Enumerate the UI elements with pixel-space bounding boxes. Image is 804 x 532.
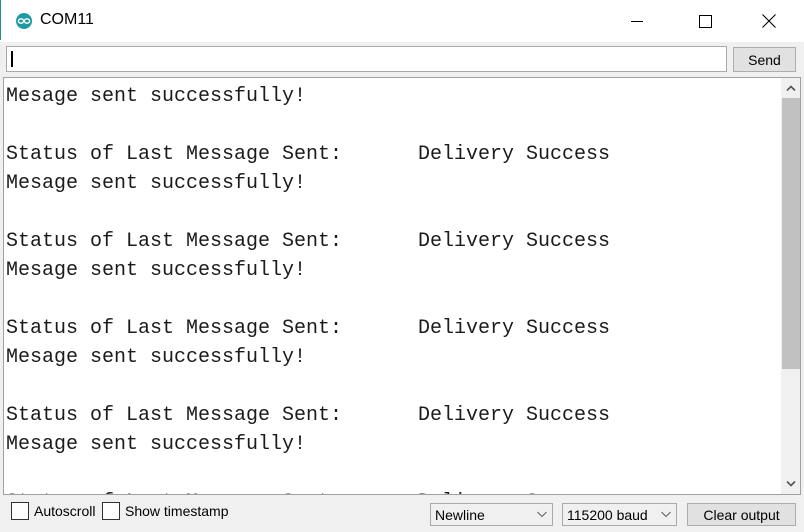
output-line-status-value: Delivery Success xyxy=(418,143,611,166)
autoscroll-checkbox[interactable] xyxy=(11,502,29,520)
output-line: Mesage sent successfully! xyxy=(6,169,776,198)
maximize-button[interactable] xyxy=(682,0,728,42)
output-line-status-value: Delivery Success xyxy=(418,488,610,494)
chevron-up-icon xyxy=(786,85,796,91)
show-timestamp-label: Show timestamp xyxy=(125,503,229,519)
output-line-text: Mesage sent successfully! xyxy=(6,172,307,195)
text-caret xyxy=(11,51,13,67)
output-line-text: Mesage sent successfully! xyxy=(6,259,307,282)
maximize-icon xyxy=(698,14,712,28)
close-button[interactable] xyxy=(746,0,792,42)
line-ending-select[interactable]: Newline xyxy=(430,503,553,526)
show-timestamp-checkbox[interactable] xyxy=(102,502,120,520)
output-line-text: Status of Last Message Sent: xyxy=(6,404,343,427)
output-line: Status of Last Message Sent: Delivery Suc… xyxy=(6,314,776,343)
send-button[interactable]: Send xyxy=(733,47,796,72)
minimize-button[interactable] xyxy=(614,0,660,42)
chevron-down-icon xyxy=(537,511,547,518)
close-icon xyxy=(762,14,776,28)
output-line: Mesage sent successfully! xyxy=(6,82,776,111)
autoscroll-label: Autoscroll xyxy=(34,503,96,519)
output-line-text: Status of Last Message Sent: xyxy=(6,317,343,340)
line-ending-value: Newline xyxy=(435,506,485,523)
output-line-text: Status of Last Message Sent: xyxy=(6,230,343,253)
output-line-text: Mesage sent successfully! xyxy=(6,346,307,369)
window-title: COM11 xyxy=(40,11,94,28)
scroll-up-button[interactable] xyxy=(781,78,800,98)
autoscroll-toggle[interactable]: Autoscroll xyxy=(11,502,95,520)
output-line: Status of Last Message Sent: Delivery Suc… xyxy=(6,227,776,256)
scroll-down-button[interactable] xyxy=(781,474,800,494)
serial-monitor-window: COM11 Send Mesage sent successfully! Stat… xyxy=(0,0,804,532)
minimize-icon xyxy=(631,21,643,22)
serial-output-text: Mesage sent successfully! Status of Last … xyxy=(6,82,776,494)
title-bar[interactable]: COM11 xyxy=(0,0,804,42)
show-timestamp-toggle[interactable]: Show timestamp xyxy=(102,502,228,520)
output-line-text: Mesage sent successfully! xyxy=(6,433,307,456)
output-line: Status of Last Message Sent: Delivery Suc… xyxy=(6,488,776,494)
output-line: Mesage sent successfully! xyxy=(6,256,776,285)
serial-output-area[interactable]: Mesage sent successfully! Status of Last … xyxy=(3,77,801,495)
output-line-text: Status of Last Message Sent: xyxy=(6,143,343,166)
baud-rate-value: 115200 baud xyxy=(567,506,648,523)
output-line: Mesage sent successfully! xyxy=(6,343,776,372)
output-line: Status of Last Message Sent: Delivery Suc… xyxy=(6,401,776,430)
vertical-scrollbar[interactable] xyxy=(781,78,800,494)
window-accent-edge xyxy=(0,0,1,40)
scrollbar-thumb[interactable] xyxy=(782,98,800,369)
output-line: Mesage sent successfully! xyxy=(6,430,776,459)
arduino-infinity-icon xyxy=(16,13,32,29)
chevron-down-icon xyxy=(661,511,671,518)
output-line-text: Mesage sent successfully! xyxy=(6,85,307,108)
output-line-text: Status of Last Message Sent: xyxy=(6,491,342,494)
baud-rate-select[interactable]: 115200 baud xyxy=(562,503,677,526)
output-line-status-value: Delivery Success xyxy=(418,404,611,427)
output-line-status-value: Delivery Success xyxy=(418,230,611,253)
clear-output-button[interactable]: Clear output xyxy=(687,503,796,526)
chevron-down-icon xyxy=(786,481,796,487)
output-line-status-value: Delivery Success xyxy=(418,317,611,340)
serial-send-input[interactable] xyxy=(6,46,727,72)
output-line: Status of Last Message Sent: Delivery Suc… xyxy=(6,140,776,169)
